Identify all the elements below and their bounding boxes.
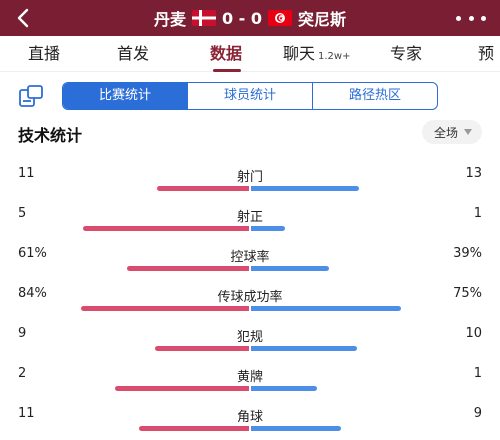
tab-live[interactable]: 直播 xyxy=(28,36,60,72)
stat-label: 传球成功率 xyxy=(217,290,283,305)
chat-count: 1.2w+ xyxy=(318,51,351,62)
tab-label: 首发 xyxy=(117,44,150,63)
stat-row: 11 角球 9 xyxy=(0,406,500,440)
tab-label: 直播 xyxy=(28,44,61,63)
stat-row: 9 犯规 10 xyxy=(0,326,500,366)
stat-row: 5 射正 1 xyxy=(0,206,500,246)
away-team-name: 突尼斯 xyxy=(298,10,347,29)
active-tab-indicator xyxy=(213,69,241,72)
stat-row: 84% 传球成功率 75% xyxy=(0,286,500,326)
match-summary: 丹麦 0 - 0 突尼斯 xyxy=(0,0,500,36)
away-stat-value: 13 xyxy=(465,166,482,181)
filter-layout-icon[interactable] xyxy=(18,84,44,108)
period-dropdown[interactable]: 全场 xyxy=(421,120,482,144)
away-stat-value: 9 xyxy=(473,406,482,421)
tunisia-flag-icon xyxy=(268,10,293,26)
stat-label: 射正 xyxy=(236,210,263,225)
away-stat-bar xyxy=(251,186,359,191)
tab-label: 专家 xyxy=(390,44,423,63)
period-label: 全场 xyxy=(433,125,458,140)
home-stat-bar xyxy=(155,346,249,351)
segment-match-stats[interactable]: 比赛统计 xyxy=(63,83,187,109)
stat-label: 黄牌 xyxy=(236,370,263,385)
stat-label: 角球 xyxy=(236,410,263,425)
stat-row: 2 黄牌 1 xyxy=(0,366,500,406)
home-stat-bar xyxy=(81,306,249,311)
home-team-name: 丹麦 xyxy=(153,10,186,29)
away-stat-bar xyxy=(251,426,341,431)
away-stat-value: 75% xyxy=(453,286,482,301)
stat-row: 61% 控球率 39% xyxy=(0,246,500,286)
home-stat-bar xyxy=(83,226,249,231)
away-stat-value: 10 xyxy=(465,326,482,341)
tab-label: 聊天 xyxy=(283,44,316,63)
away-stat-bar xyxy=(251,226,285,231)
away-stat-value: 1 xyxy=(473,206,482,221)
tab-prediction[interactable]: 预 xyxy=(478,36,494,72)
stat-label: 射门 xyxy=(236,170,263,185)
home-stat-bar xyxy=(115,386,249,391)
segment-heatmap[interactable]: 路径热区 xyxy=(312,83,437,109)
away-stat-bar xyxy=(251,386,317,391)
stats-segment-control: 比赛统计 球员统计 路径热区 xyxy=(62,82,438,110)
home-stat-bar xyxy=(127,266,249,271)
away-stat-bar xyxy=(251,306,401,311)
home-stat-bar xyxy=(139,426,249,431)
stat-label: 犯规 xyxy=(236,330,263,345)
away-stat-value: 39% xyxy=(453,246,482,261)
section-title: 技术统计 xyxy=(18,126,83,145)
match-score: 0 - 0 xyxy=(221,8,263,28)
home-stat-bar xyxy=(157,186,249,191)
away-stat-value: 1 xyxy=(473,366,482,381)
segment-player-stats[interactable]: 球员统计 xyxy=(187,83,312,109)
away-stat-bar xyxy=(251,346,357,351)
tab-data[interactable]: 数据 xyxy=(210,36,242,72)
tab-label: 数据 xyxy=(210,44,243,63)
stat-row: 11 射门 13 xyxy=(0,166,500,206)
caret-down-icon xyxy=(464,129,472,135)
tab-lineup[interactable]: 首发 xyxy=(117,36,149,72)
tab-experts[interactable]: 专家 xyxy=(390,36,422,72)
denmark-flag-icon xyxy=(191,10,216,26)
match-header: 丹麦 0 - 0 突尼斯 xyxy=(0,0,500,36)
tab-bar: 直播 首发 数据 聊天 1.2w+ 专家 预 xyxy=(0,36,500,72)
more-dots-icon[interactable] xyxy=(456,6,486,30)
stat-label: 控球率 xyxy=(230,250,270,265)
away-stat-bar xyxy=(251,266,329,271)
tab-chat[interactable]: 聊天 1.2w+ xyxy=(283,36,350,72)
tab-label: 预 xyxy=(478,44,495,63)
